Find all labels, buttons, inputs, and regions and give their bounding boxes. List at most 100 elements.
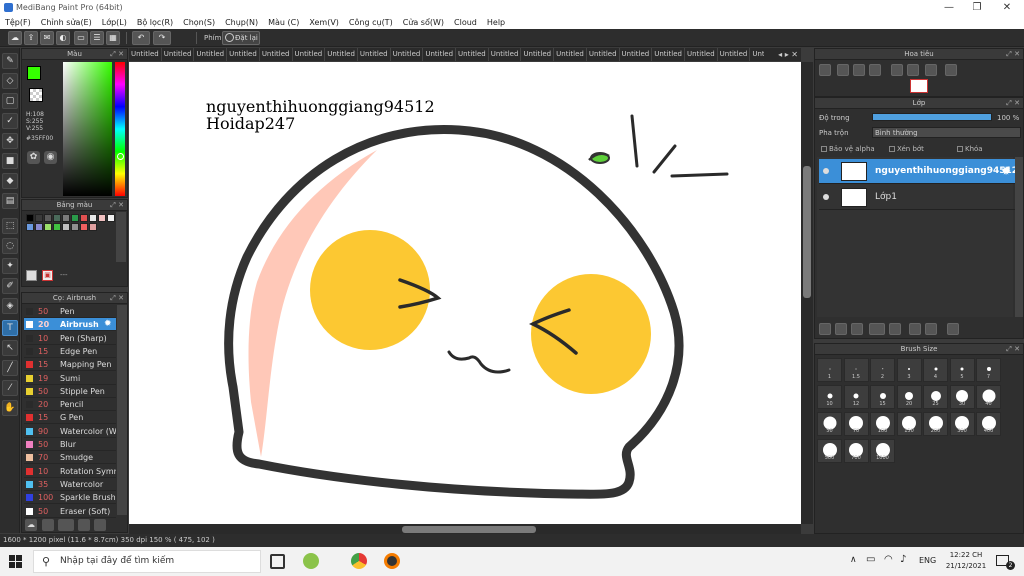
shape-tool-icon[interactable]: ▢	[2, 93, 18, 109]
panel-icon[interactable]: ☰	[90, 31, 104, 45]
palette-swatch[interactable]	[98, 214, 106, 222]
menu-color[interactable]: Màu (C)	[263, 16, 304, 29]
fit-window-icon[interactable]	[907, 64, 919, 76]
zoom-in-icon[interactable]	[819, 64, 831, 76]
brush-size-option[interactable]: 1000	[870, 439, 895, 463]
taskbar-search-input[interactable]: ⚲ Nhập tại đây để tìm kiếm	[33, 550, 261, 573]
brush-add-icon[interactable]	[42, 519, 54, 531]
tab-document[interactable]: Untitled	[652, 48, 685, 61]
rotate-left-icon[interactable]	[891, 64, 903, 76]
drawing-canvas[interactable]: nguyenthihuonggiang94512 Hoidap247	[129, 62, 801, 524]
brush-item[interactable]: 35 Watercolor	[24, 478, 116, 491]
brush-size-option[interactable]: 12	[843, 385, 869, 409]
brush-size-option[interactable]: 5	[949, 358, 975, 382]
brush-folder-icon[interactable]	[94, 519, 106, 531]
language-indicator[interactable]: ENG	[919, 556, 936, 565]
palette-swatch[interactable]	[71, 214, 79, 222]
tab-document[interactable]: Untitled	[358, 48, 391, 61]
duplicate-layer-icon[interactable]	[909, 323, 921, 335]
gear-icon[interactable]: ✹	[1001, 164, 1011, 178]
chat-icon[interactable]: ✉	[40, 31, 54, 45]
brush-item[interactable]: 10 Rotation Symm	[24, 465, 116, 478]
palette-swatch[interactable]	[89, 223, 97, 231]
tab-document[interactable]: Untitled	[227, 48, 260, 61]
palette-swatch[interactable]	[35, 223, 43, 231]
protect-alpha-checkbox[interactable]: Bảo vệ alpha	[821, 145, 875, 153]
bucket-tool-icon[interactable]: ◆	[2, 173, 18, 189]
palette-swatch[interactable]	[71, 223, 79, 231]
select-pen-tool-icon[interactable]: ✐	[2, 278, 18, 294]
tab-document[interactable]: Untitled	[456, 48, 489, 61]
windows-start-icon[interactable]	[9, 555, 22, 568]
color-wheel-icon[interactable]: ✿	[27, 151, 40, 164]
secondary-color-swatch[interactable]	[29, 88, 43, 102]
menu-edit[interactable]: Chỉnh sửa(E)	[36, 16, 97, 29]
brush-item[interactable]: 70 Smudge	[24, 451, 116, 465]
menu-snap[interactable]: Chụp(N)	[220, 16, 263, 29]
undo-icon[interactable]: ↶	[132, 31, 150, 45]
move-tool-icon[interactable]: ✥	[2, 133, 18, 149]
hand-tool-icon[interactable]: ✋	[2, 400, 18, 416]
brush-menu-icon[interactable]	[58, 519, 74, 531]
brush-item[interactable]: 10 Pen (Sharp)	[24, 332, 116, 345]
brush-item[interactable]: 90 Watercolor (We	[24, 425, 116, 438]
tray-chevron-icon[interactable]: ∧	[850, 555, 857, 565]
brush-size-option[interactable]: 300	[949, 412, 975, 436]
tab-document[interactable]: Untitled	[325, 48, 358, 61]
lock-checkbox[interactable]: Khóa	[957, 145, 983, 153]
brush-size-option[interactable]: 1	[817, 358, 842, 382]
panel-close-icon[interactable]: ⤢ ✕	[110, 293, 124, 304]
menu-cloud[interactable]: Cloud	[449, 16, 482, 29]
snap-tool-icon[interactable]: ✓	[2, 113, 18, 129]
zoom-out-icon[interactable]	[869, 64, 881, 76]
tab-document[interactable]: Untitled	[685, 48, 718, 61]
palette-swatch[interactable]	[80, 223, 88, 231]
palette-add-icon[interactable]	[26, 270, 37, 281]
palette-swatch[interactable]	[80, 214, 88, 222]
palette-swatch[interactable]	[62, 214, 70, 222]
wifi-icon[interactable]: ◠	[884, 554, 893, 565]
brush-size-option[interactable]: 4	[923, 358, 948, 382]
color-picker-icon[interactable]: ◉	[44, 151, 57, 164]
saturation-value-picker[interactable]	[63, 62, 112, 196]
cloud-icon[interactable]: ☁	[8, 31, 22, 45]
vertical-scroll-thumb[interactable]	[803, 166, 811, 298]
palette-scrollbar[interactable]	[116, 212, 126, 262]
tab-document[interactable]: Untitled	[718, 48, 751, 61]
clock-time[interactable]: 12:22 CH	[949, 551, 983, 559]
delete-layer-icon[interactable]	[947, 323, 959, 335]
brush-size-option[interactable]: 3	[896, 358, 922, 382]
eraser-tool-icon[interactable]: ◇	[2, 73, 18, 89]
minimize-button[interactable]: —	[934, 0, 964, 16]
palette-swatch[interactable]	[44, 223, 52, 231]
layer-scrollbar[interactable]	[1015, 157, 1023, 317]
brush-size-option[interactable]: 400	[976, 412, 1001, 436]
new-halftone-layer-icon[interactable]	[835, 323, 847, 335]
eyedropper-tool-icon[interactable]: ⁄	[2, 380, 18, 396]
grid-icon[interactable]: ▦	[106, 31, 120, 45]
tab-document[interactable]: Untitled	[194, 48, 228, 61]
tab-document[interactable]: Untitled	[391, 48, 424, 61]
page-icon[interactable]: ▭	[74, 31, 88, 45]
add-layer-menu-icon[interactable]	[869, 323, 885, 335]
brush-copy-icon[interactable]	[78, 519, 90, 531]
brush-size-option[interactable]: 15	[870, 385, 895, 409]
brush-size-option[interactable]: 700	[843, 439, 869, 463]
brush-size-option[interactable]: 20	[896, 385, 922, 409]
brush-item[interactable]: 20 Pencil	[24, 398, 116, 412]
tab-document[interactable]: Untitled	[587, 48, 620, 61]
new-layer-icon[interactable]	[819, 323, 831, 335]
panel-close-icon[interactable]: ⤢ ✕	[1006, 98, 1020, 109]
visibility-eye-icon[interactable]	[823, 168, 829, 174]
fill-rect-tool-icon[interactable]: ■	[2, 153, 18, 169]
reset-button[interactable]: Đặt lại	[222, 31, 260, 45]
gear-icon[interactable]: ✹	[104, 318, 112, 330]
palette-swatch[interactable]	[107, 214, 115, 222]
palette-swatch[interactable]	[62, 223, 70, 231]
chrome-icon[interactable]	[351, 553, 367, 569]
brush-size-option[interactable]: 100	[870, 412, 895, 436]
brush-item[interactable]: 50 Stipple Pen	[24, 385, 116, 398]
menu-tools[interactable]: Công cụ(T)	[344, 16, 398, 29]
palette-swatch[interactable]	[53, 223, 61, 231]
menu-file[interactable]: Tệp(F)	[0, 16, 36, 29]
